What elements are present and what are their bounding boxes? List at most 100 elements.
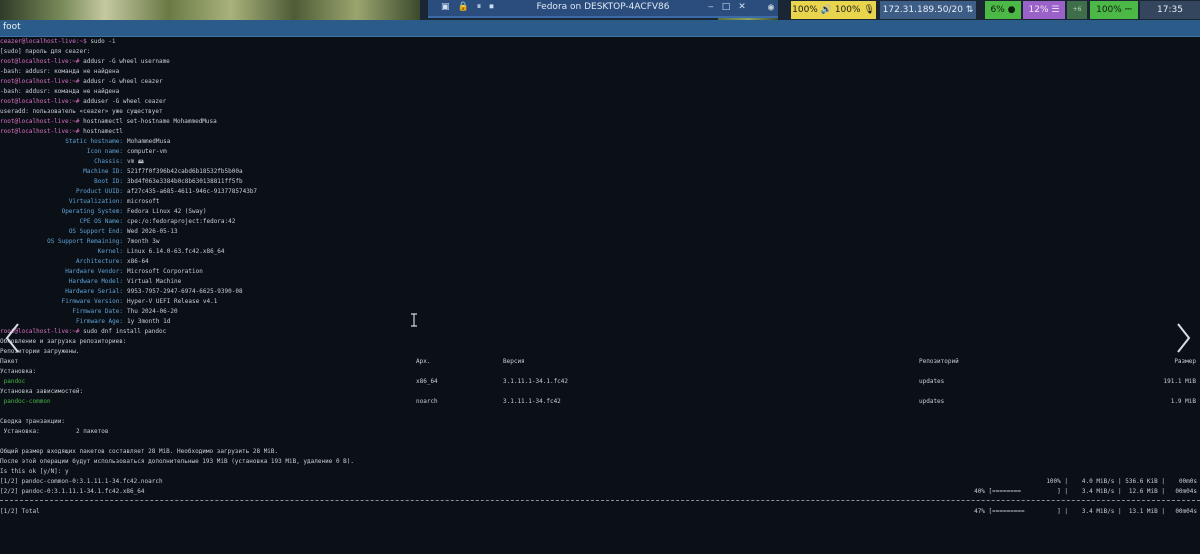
command: addusr -G wheel ceazer [79, 78, 163, 85]
battery-value: 100% [1096, 5, 1122, 15]
package-arch: x86_64 [416, 378, 438, 385]
hostnamectl-label: Machine ID: [83, 168, 123, 175]
clock-module[interactable]: 17:35 [1140, 1, 1200, 19]
hostnamectl-label: OS Support End: [68, 228, 123, 235]
hostnamectl-label: Product UUID: [76, 188, 123, 195]
hostnamectl-value: af27c435-a685-4611-946c-9137785743b7 [127, 188, 258, 195]
cpu-module[interactable]: 6% ● [985, 1, 1021, 19]
hostnamectl-label: Static hostname: [65, 138, 123, 145]
hostnamectl-label: Icon name: [86, 148, 123, 155]
lock-icon[interactable]: 🔒 [458, 2, 469, 12]
extra-module-label: +6 [1072, 6, 1082, 13]
hostnamectl-value: computer-vm [127, 148, 167, 155]
stop-icon[interactable]: ⏹ [489, 2, 494, 12]
hostnamectl-value: Virtual Machine [127, 278, 182, 285]
after-operation-line: После этой операции будут использоваться… [0, 458, 355, 465]
terminal-line: useradd: пользователь «ceazer» уже сущес… [0, 108, 163, 115]
close-icon[interactable]: ✕ [738, 2, 746, 12]
terminal-content[interactable]: ceazer@localhost-live:~$ sudo -i [sudo] … [0, 37, 1200, 554]
network-icon: ⇅ [965, 5, 974, 15]
hostnamectl-label: Hardware Model: [68, 278, 123, 285]
volume-module[interactable]: 100% 🔊 100% 🎙 [791, 1, 876, 19]
confirm-line: Is this ok [y/N]: y [0, 468, 69, 475]
pause-icon[interactable]: ⏸ [477, 2, 482, 12]
command: sudo -i [86, 38, 116, 45]
download-speed: 4.0 MiB/s | 536.6 KiB | [1081, 478, 1165, 485]
hostnamectl-label: Hardware Serial: [65, 288, 123, 295]
terminal-line: ceazer@localhost-live:~$ sudo -i [0, 37, 116, 47]
hostnamectl-value: cpe:/o:fedoraproject:fedora:42 [127, 218, 236, 225]
terminal-line: root@localhost-live:~# hostnamectl [0, 127, 123, 137]
command: addusr -G wheel username [79, 58, 170, 65]
hostnamectl-value: Wed 2026-05-13 [127, 228, 178, 235]
download-progress: 40% [======== ] | [974, 488, 1068, 495]
column-header-package: Пакет [0, 358, 19, 365]
package-size: 1.9 MiB [1170, 398, 1196, 405]
hostnamectl-label: CPE OS Name: [79, 218, 123, 225]
hostnamectl-value: Thu 2024-06-20 [127, 308, 178, 315]
memory-icon: ☰ [1051, 5, 1060, 15]
command: hostnamectl [79, 128, 123, 135]
privacy-icon[interactable]: ◉ [768, 2, 774, 13]
summary-label: Установка: [0, 428, 40, 435]
clock-value: 17:35 [1157, 5, 1183, 15]
minimize-icon[interactable]: ‒ [708, 2, 714, 12]
terminal-app-title: foot [3, 22, 21, 32]
hostnamectl-value: x86-64 [127, 258, 149, 265]
terminal-line: root@localhost-live:~# adduser -G wheel … [0, 97, 166, 107]
package-name: pandoc-common [0, 398, 51, 405]
download-time: 00m0s [1178, 478, 1197, 485]
battery-module[interactable]: 100% ⎓ [1090, 1, 1138, 19]
hostnamectl-label: Firmware Age: [76, 318, 123, 325]
package-repo: updates [919, 378, 945, 385]
window-controls: ‒ □ ✕ [708, 2, 754, 12]
previous-arrow-icon[interactable] [2, 318, 24, 358]
hostnamectl-label: Firmware Version: [61, 298, 123, 305]
maximize-icon[interactable]: □ [722, 2, 731, 12]
network-module[interactable]: 172.31.189.50/20 ⇅ [880, 1, 976, 19]
hostnamectl-label: Hardware Vendor: [65, 268, 123, 275]
microphone-icon: 🎙 [863, 5, 875, 15]
memory-value: 12% [1028, 5, 1049, 15]
volume-icon: 🔊 [820, 5, 832, 15]
download-name: [1/2] pandoc-common-0:3.1.11.1-34.fc42.n… [0, 478, 163, 485]
volume-value: 100% [792, 5, 818, 15]
system-top-bar: Fedora on DESKTOP-4ACFV86 ▣ 🔒 ⏸ ⏹ ‒ □ ✕ ◉ 100… [0, 0, 1200, 20]
screen-icon[interactable]: ▣ [441, 2, 450, 12]
download-time: 00m04s [1175, 488, 1197, 495]
terminal-line: root@localhost-live:~# sudo dnf install … [0, 327, 166, 337]
extra-module[interactable]: +6 [1067, 1, 1087, 19]
text-cursor-icon [411, 313, 417, 327]
hostnamectl-value: 7month 3w [127, 238, 160, 245]
package-name: pandoc [0, 378, 26, 385]
summary-value: 2 пакетов [76, 428, 109, 435]
section-installing: Установка: [0, 368, 37, 375]
prompt: root@localhost-live:~# [0, 78, 80, 85]
prompt: ceazer@localhost-live:~$ [0, 38, 87, 45]
next-arrow-icon[interactable] [1172, 318, 1194, 358]
terminal-line: -bash: addusr: команда не найдена [0, 88, 120, 95]
prompt: root@localhost-live:~# [0, 58, 80, 65]
column-header-size: Размер [1174, 358, 1196, 365]
column-header-repo: Репозиторий [919, 358, 959, 365]
wallpaper-strip [0, 0, 420, 20]
command: hostnamectl set-hostname MohammedMusa [79, 118, 217, 125]
command: sudo dnf install pandoc [79, 328, 167, 335]
terminal-line: root@localhost-live:~# hostnamectl set-h… [0, 117, 217, 127]
divider [0, 500, 1200, 501]
download-name: [2/2] pandoc-0:3.1.11.1-34.1.fc42.x86_64 [0, 488, 145, 495]
total-progress: 47% [========= ] | [974, 508, 1068, 515]
terminal-line: root@localhost-live:~# addusr -G wheel u… [0, 57, 170, 67]
total-time: 00m04s [1175, 508, 1197, 515]
ip-address: 172.31.189.50/20 [882, 5, 963, 15]
total-size-line: Общий размер входящих пакетов составляет… [0, 448, 279, 455]
package-repo: updates [919, 398, 945, 405]
terminal-titlebar[interactable]: foot [0, 20, 1200, 37]
column-header-arch: Арх. [416, 358, 431, 365]
hostnamectl-value: Microsoft Corporation [127, 268, 203, 275]
hostnamectl-value: microsoft [127, 198, 160, 205]
hostnamectl-label: OS Support Remaining: [47, 238, 123, 245]
hostnamectl-label: Virtualization: [68, 198, 123, 205]
memory-module[interactable]: 12% ☰ [1023, 1, 1065, 19]
column-header-version: Версия [503, 358, 525, 365]
